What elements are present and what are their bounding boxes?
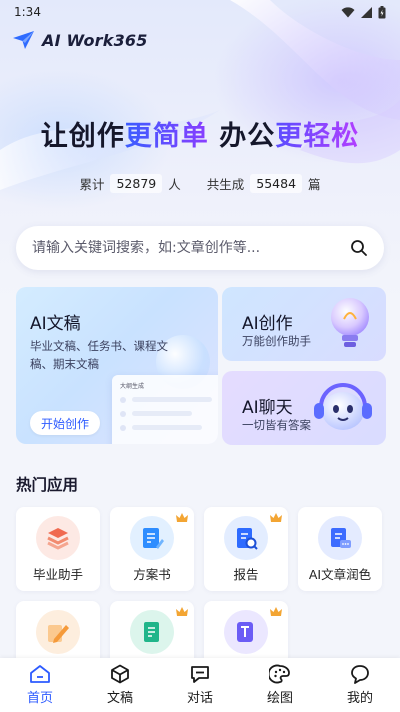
- signal-icon: [361, 6, 372, 18]
- robot-headphones-icon: [314, 383, 372, 430]
- write-pencil-icon: [36, 610, 80, 654]
- tab-label: 我的: [346, 691, 373, 706]
- app-label: 报告: [233, 567, 259, 582]
- outline-preview-title: 大纲生成: [120, 383, 145, 390]
- stats-generated-label: 共生成: [206, 177, 245, 192]
- hero-slogan: 让创作更简单 办公更轻松: [0, 114, 400, 153]
- app-tile-proposal[interactable]: 方案书: [110, 507, 194, 591]
- app-tile-graduation-assistant[interactable]: 毕业助手: [16, 507, 100, 591]
- app-label: AI文章润色: [308, 567, 372, 582]
- search-bar[interactable]: [16, 226, 384, 270]
- document-lines-icon: [130, 610, 174, 654]
- app-header: AI Work365: [12, 28, 148, 52]
- premium-crown-icon: [270, 607, 282, 616]
- logo-icon: [13, 31, 34, 49]
- preview-dot: [120, 425, 126, 431]
- tab-label: 绘图: [266, 691, 293, 706]
- document-pen-icon: [130, 516, 174, 560]
- wifi-icon: [341, 6, 355, 17]
- status-bar: 1:34: [0, 0, 400, 24]
- profile-icon: [351, 665, 369, 684]
- tab-chat[interactable]: 对话: [160, 658, 240, 712]
- tab-drawing[interactable]: 绘图: [240, 658, 320, 712]
- stack-books-icon: [36, 516, 80, 560]
- tab-profile[interactable]: 我的: [320, 658, 400, 712]
- ai-document-desc: 毕业文稿、任务书、课程文稿、期末文稿: [30, 339, 168, 371]
- palette-icon: [269, 664, 290, 684]
- tab-label: 对话: [186, 691, 213, 706]
- outline-preview-illustration: 大纲生成: [112, 375, 218, 444]
- tab-label: 文稿: [106, 691, 133, 706]
- preview-line: [132, 425, 202, 430]
- home-icon: [30, 665, 50, 683]
- ai-chat-card[interactable]: AI聊天 一切皆有答案: [222, 371, 386, 445]
- app-tile-report[interactable]: 报告: [204, 507, 288, 591]
- app-label: 毕业助手: [32, 567, 83, 582]
- ai-create-desc: 万能创作助手: [242, 334, 311, 348]
- stats-users-unit: 人: [168, 177, 181, 192]
- lightbulb-icon: [331, 298, 369, 347]
- preview-dot: [120, 397, 126, 403]
- start-creating-button[interactable]: 开始创作: [30, 411, 100, 435]
- app-label: 方案书: [133, 567, 171, 582]
- ai-document-title: AI文稿: [30, 314, 81, 334]
- app-title: AI Work365: [42, 30, 148, 50]
- tab-home[interactable]: 首页: [0, 658, 80, 712]
- stats-total-generated: 55484: [250, 174, 303, 193]
- cube-icon: [111, 664, 129, 684]
- tab-label: 首页: [26, 691, 53, 706]
- stats-total-label: 累计: [79, 177, 105, 192]
- document-chat-icon: [318, 516, 362, 560]
- ai-chat-title: AI聊天: [242, 398, 293, 418]
- stats-total-users: 52879: [110, 174, 163, 193]
- preview-line: [132, 397, 212, 402]
- status-icons: [341, 5, 386, 19]
- hot-apps-title: 热门应用: [16, 476, 79, 494]
- chat-icon: [191, 666, 209, 683]
- preview-line: [132, 411, 192, 416]
- ai-create-card[interactable]: AI创作 万能创作助手: [222, 287, 386, 361]
- slogan-part-4: 更轻松: [275, 121, 360, 152]
- search-icon[interactable]: [350, 239, 368, 257]
- stats-generated-unit: 篇: [308, 177, 321, 192]
- app-tile-ai-polish[interactable]: AI文章润色: [298, 507, 382, 591]
- slogan-part-2: 更简单: [124, 121, 209, 152]
- status-time: 1:34: [14, 5, 41, 19]
- slogan-part-1: 让创作: [40, 121, 125, 152]
- premium-crown-icon: [176, 607, 188, 616]
- search-input[interactable]: [32, 240, 350, 256]
- preview-dot: [120, 411, 126, 417]
- ai-document-card[interactable]: 大纲生成 AI文稿 毕业文稿、任务书、课程文稿、期末文稿 开始创作: [16, 287, 218, 444]
- battery-icon: [378, 5, 386, 18]
- bottom-tab-bar: 首页 文稿 对话 绘图 我的: [0, 658, 400, 712]
- premium-crown-icon: [270, 513, 282, 522]
- ai-chat-desc: 一切皆有答案: [242, 418, 311, 432]
- report-search-icon: [224, 516, 268, 560]
- usage-stats: 累计 52879 人 共生成 55484 篇: [0, 174, 400, 193]
- ai-create-title: AI创作: [242, 314, 293, 334]
- premium-crown-icon: [176, 513, 188, 522]
- slogan-part-3: 办公: [208, 121, 276, 152]
- tab-documents[interactable]: 文稿: [80, 658, 160, 712]
- text-format-icon: [224, 610, 268, 654]
